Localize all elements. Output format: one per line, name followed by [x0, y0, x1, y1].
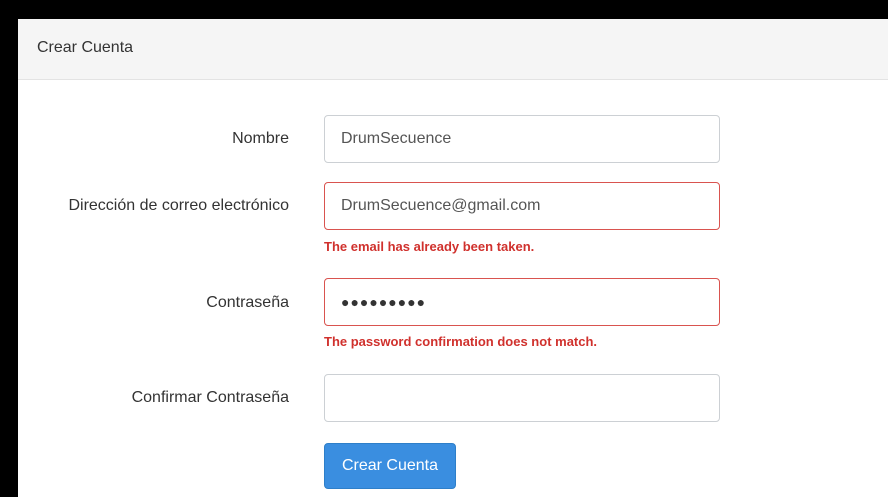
name-label: Nombre	[232, 130, 289, 147]
email-input[interactable]: DrumSecuence@gmail.com	[324, 182, 720, 230]
register-card: Crear Cuenta Nombre DrumSecuence Direcci…	[18, 19, 888, 497]
password-error-message: The password confirmation does not match…	[324, 334, 598, 349]
password-label: Contraseña	[206, 294, 289, 311]
email-error-message: The email has already been taken.	[324, 239, 535, 254]
card-title: Crear Cuenta	[37, 39, 134, 56]
password-confirm-input[interactable]	[324, 374, 720, 422]
email-label: Dirección de correo electrónico	[68, 197, 289, 214]
card-header: Crear Cuenta	[18, 19, 888, 80]
password-input[interactable]: ●●●●●●●●●	[324, 278, 720, 326]
window-frame: Crear Cuenta Nombre DrumSecuence Direcci…	[7, 8, 888, 497]
name-input[interactable]: DrumSecuence	[324, 115, 720, 163]
create-account-button[interactable]: Crear Cuenta	[324, 443, 456, 489]
name-input-value: DrumSecuence	[341, 130, 452, 147]
email-input-value: DrumSecuence@gmail.com	[341, 197, 541, 214]
password-confirm-label: Confirmar Contraseña	[131, 389, 289, 406]
password-input-value: ●●●●●●●●●	[341, 294, 427, 310]
